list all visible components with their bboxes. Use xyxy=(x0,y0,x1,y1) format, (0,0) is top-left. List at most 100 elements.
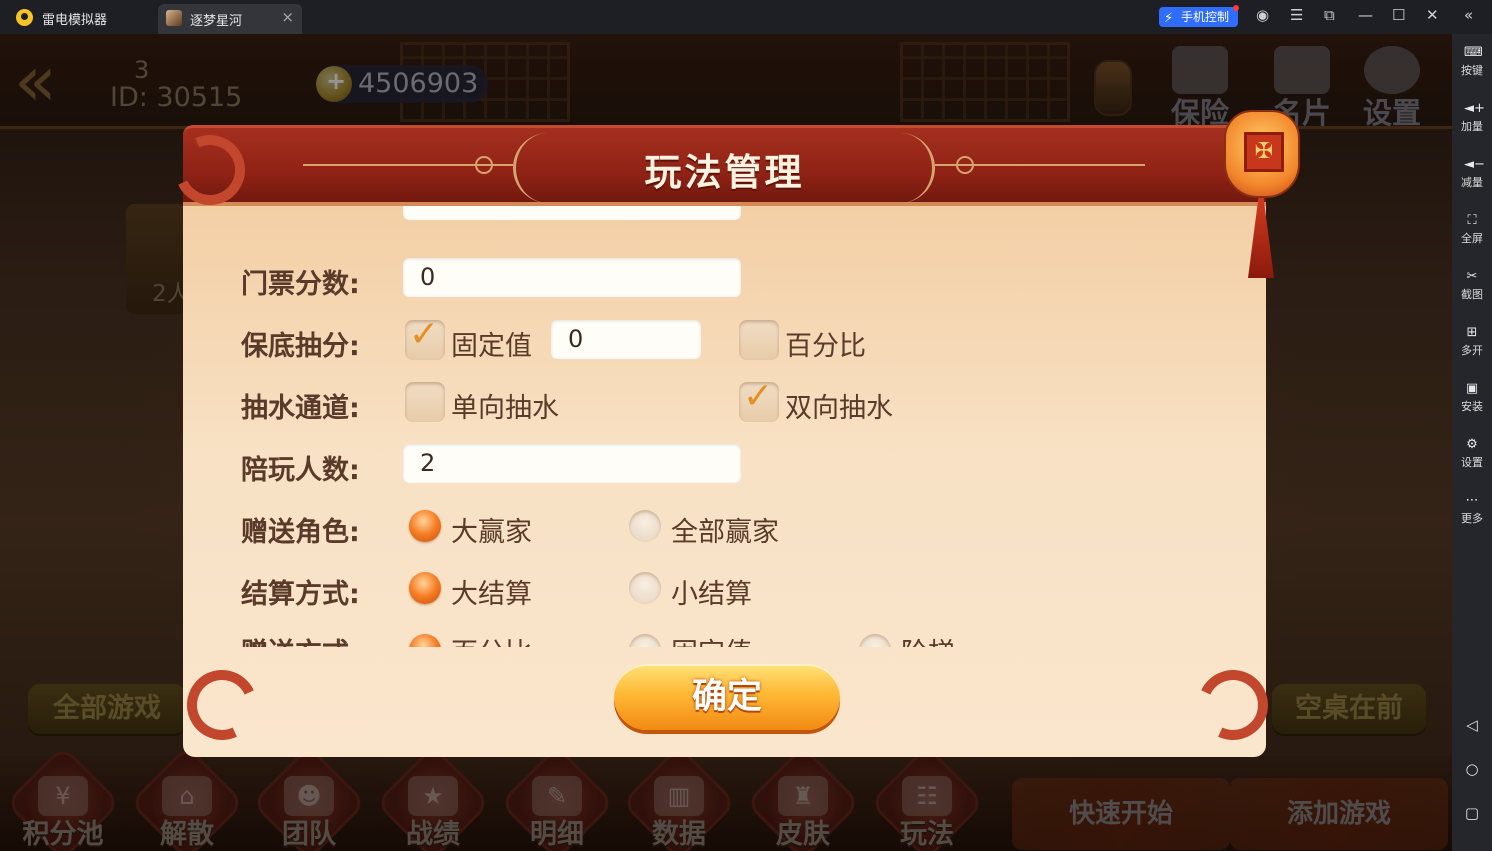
close-tab-icon[interactable]: × xyxy=(281,8,294,26)
notification-dot xyxy=(1233,5,1239,11)
volume-up-icon: ◄+ xyxy=(1464,101,1485,116)
android-home-icon[interactable]: ○ xyxy=(1452,760,1492,778)
sidebar-item-screenshot[interactable]: ✂ 截图 xyxy=(1452,264,1492,314)
game-avatar-icon xyxy=(166,10,182,26)
apk-install-icon: ▣ xyxy=(1465,381,1479,396)
menu-icon[interactable]: ☰ xyxy=(1290,6,1303,24)
sidebar-item-label: 按键 xyxy=(1461,64,1483,77)
emulator-sidebar: ⌨ 按键 ◄+ 加量 ◄− 减量 ⛶ 全屏 ✂ 截图 ⊞ 多开 ▣ 安装 ⚙ 设 xyxy=(1452,34,1492,851)
small-settlement-radio[interactable] xyxy=(629,572,661,604)
clipped-input-field[interactable] xyxy=(403,206,741,220)
dialog-body: 门票分数: 0 保底抽分: ✓ 固定值 0 百分比 抽水通道: 单向抽水 ✓ 双… xyxy=(183,206,1266,757)
tab-game[interactable]: 逐梦星河 × xyxy=(158,4,302,34)
scissors-icon: ✂ xyxy=(1466,269,1478,284)
all-winners-radio[interactable] xyxy=(629,510,661,542)
emulator-logo-icon xyxy=(16,9,33,26)
sidebar-item-label: 更多 xyxy=(1461,512,1483,525)
lantern-decoration: ✠ xyxy=(1222,110,1302,280)
settlement-method-label: 结算方式: xyxy=(241,579,360,610)
gift-fixed-label: 固定值 xyxy=(671,631,752,647)
percentage-checkbox[interactable] xyxy=(739,320,779,360)
corner-ornament xyxy=(1168,650,1288,760)
lantern-tassel xyxy=(1248,198,1274,278)
confirm-button[interactable]: 确定 xyxy=(614,664,840,730)
multi-window-icon: ⊞ xyxy=(1466,325,1478,340)
gift-percentage-radio[interactable] xyxy=(409,634,441,647)
lightning-icon: ⚡ xyxy=(1164,11,1174,26)
more-icon: ⋯ xyxy=(1465,493,1479,508)
corner-ornament xyxy=(165,125,285,235)
sidebar-item-more[interactable]: ⋯ 更多 xyxy=(1452,488,1492,538)
two-way-rake-checkbox[interactable]: ✓ xyxy=(739,376,779,422)
emulator-app-name: 雷电模拟器 xyxy=(42,13,108,28)
sidebar-item-fullscreen[interactable]: ⛶ 全屏 xyxy=(1452,208,1492,258)
swirl-decoration xyxy=(165,125,255,215)
sidebar-item-keymap[interactable]: ⌨ 按键 xyxy=(1452,40,1492,90)
sidebar-item-volume-up[interactable]: ◄+ 加量 xyxy=(1452,96,1492,146)
corner-ornament xyxy=(167,650,287,760)
fixed-value-checkbox[interactable]: ✓ xyxy=(405,314,445,360)
sidebar-item-label: 设置 xyxy=(1461,456,1483,469)
percentage-label: 百分比 xyxy=(785,331,866,362)
emulator-window: 雷电模拟器 逐梦星河 × ⚡ 手机控制 ◉ ☰ ⧉ — ☐ ✕ « « 3 ID… xyxy=(0,0,1492,851)
ticket-score-input[interactable]: 0 xyxy=(403,258,741,297)
sidebar-item-label: 安装 xyxy=(1461,400,1483,413)
gameplay-settings-dialog: 玩法管理 门票分数: 0 保底抽分: ✓ 固定值 0 百分比 抽水通道: 单向抽… xyxy=(165,125,1278,757)
sidebar-item-volume-down[interactable]: ◄− 减量 xyxy=(1452,152,1492,202)
one-way-rake-label: 单向抽水 xyxy=(451,393,559,424)
big-settlement-label: 大结算 xyxy=(451,579,532,610)
checkmark-icon: ✓ xyxy=(743,376,774,417)
android-recents-icon[interactable]: ▢ xyxy=(1452,804,1492,822)
two-way-rake-label: 双向抽水 xyxy=(785,393,893,424)
volume-down-icon: ◄− xyxy=(1464,157,1485,172)
companion-count-label: 陪玩人数: xyxy=(241,455,360,486)
sidebar-item-multi-instance[interactable]: ⊞ 多开 xyxy=(1452,320,1492,370)
gift-tiered-radio[interactable] xyxy=(859,634,891,647)
sidebar-item-label: 多开 xyxy=(1461,344,1483,357)
ticket-score-label: 门票分数: xyxy=(241,269,360,300)
sidebar-item-label: 截图 xyxy=(1461,288,1483,301)
sidebar-item-label: 加量 xyxy=(1461,120,1483,133)
big-settlement-radio[interactable] xyxy=(409,572,441,604)
tab-label: 逐梦星河 xyxy=(190,14,243,29)
gift-method-label: 赠送方式: xyxy=(241,631,360,647)
fixed-value-input[interactable]: 0 xyxy=(551,320,701,359)
fullscreen-icon: ⛶ xyxy=(1467,213,1477,228)
android-back-icon[interactable]: ◁ xyxy=(1452,716,1492,734)
sidebar-item-install[interactable]: ▣ 安装 xyxy=(1452,376,1492,426)
keyboard-icon: ⌨ xyxy=(1464,45,1483,60)
rake-channel-label: 抽水通道: xyxy=(241,393,360,424)
big-winner-radio[interactable] xyxy=(409,510,441,542)
emulator-titlebar: 雷电模拟器 逐梦星河 × ⚡ 手机控制 ◉ ☰ ⧉ — ☐ ✕ « xyxy=(0,0,1492,34)
sidebar-item-label: 减量 xyxy=(1461,176,1483,189)
big-winner-label: 大赢家 xyxy=(451,517,532,548)
checkmark-icon: ✓ xyxy=(409,314,440,355)
swirl-decoration xyxy=(177,660,267,750)
phone-control-label: 手机控制 xyxy=(1181,10,1230,24)
swirl-decoration xyxy=(1188,660,1278,750)
small-settlement-label: 小结算 xyxy=(671,579,752,610)
companion-count-input[interactable]: 2 xyxy=(403,444,741,483)
gift-role-label: 赠送角色: xyxy=(241,517,360,548)
maximize-icon[interactable]: ☐ xyxy=(1392,6,1405,24)
lantern-body: ✠ xyxy=(1224,110,1300,198)
restore-icon[interactable]: ⧉ xyxy=(1324,6,1335,24)
all-winners-label: 全部赢家 xyxy=(671,517,779,548)
phone-control-button[interactable]: ⚡ 手机控制 xyxy=(1159,7,1238,27)
one-way-rake-checkbox[interactable] xyxy=(405,382,445,422)
fixed-value-label: 固定值 xyxy=(451,331,532,362)
gift-fixed-radio[interactable] xyxy=(629,634,661,647)
lantern-pattern-icon: ✠ xyxy=(1244,132,1284,172)
sidebar-item-label: 全屏 xyxy=(1461,232,1483,245)
gear-icon: ⚙ xyxy=(1466,437,1478,452)
gift-percentage-label: 百分比 xyxy=(451,631,532,647)
sidebar-item-settings[interactable]: ⚙ 设置 xyxy=(1452,432,1492,482)
dialog-title: 玩法管理 xyxy=(644,151,805,194)
min-rake-label: 保底抽分: xyxy=(241,331,360,362)
settings-scroll-area[interactable]: 门票分数: 0 保底抽分: ✓ 固定值 0 百分比 抽水通道: 单向抽水 ✓ 双… xyxy=(183,206,1266,647)
dialog-header: 玩法管理 xyxy=(183,125,1266,206)
close-window-icon[interactable]: ✕ xyxy=(1426,6,1439,24)
account-icon[interactable]: ◉ xyxy=(1256,6,1269,24)
minimize-icon[interactable]: — xyxy=(1358,6,1373,24)
collapse-sidebar-icon[interactable]: « xyxy=(1464,6,1473,24)
